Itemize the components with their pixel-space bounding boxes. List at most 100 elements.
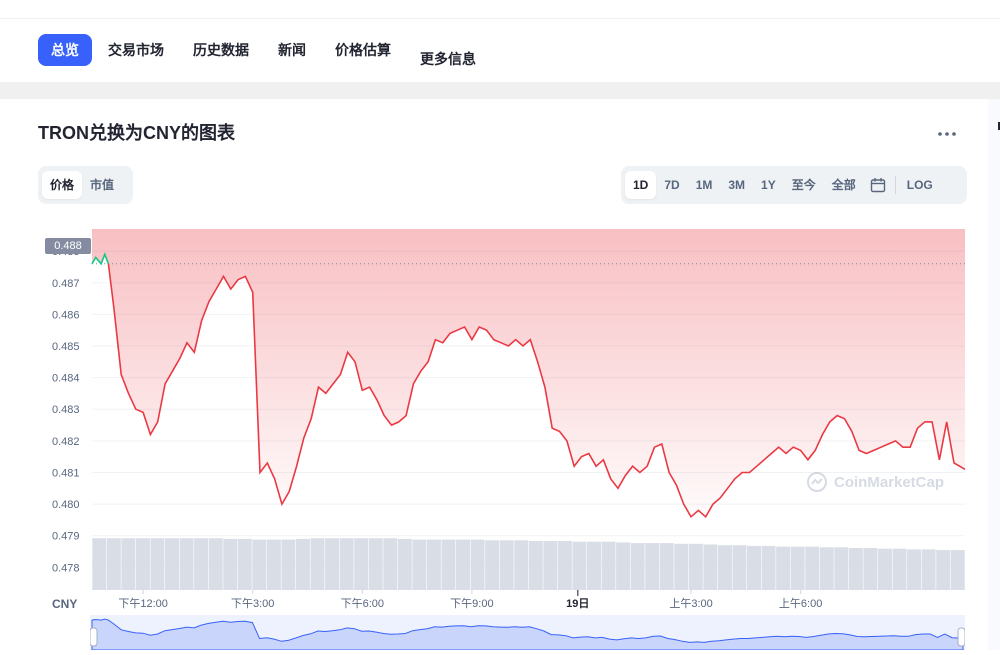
range-3m[interactable]: 3M	[720, 171, 753, 199]
x-tick-label: 下午12:00	[118, 597, 168, 610]
volume-bar	[339, 538, 354, 590]
volume-bar	[121, 538, 136, 590]
volume-bar	[776, 546, 791, 590]
currency-label: CNY	[52, 597, 78, 611]
volume-bars	[92, 538, 965, 590]
x-tick-label: 上午6:00	[779, 597, 822, 610]
volume-bar	[252, 539, 267, 590]
volume-bar	[266, 539, 281, 590]
volume-bar	[354, 538, 369, 590]
volume-bar	[223, 538, 238, 590]
navigator-line	[91, 618, 964, 651]
range-navigator[interactable]	[89, 615, 966, 651]
volume-bar	[878, 548, 892, 590]
tab-historical-data[interactable]: 历史数据	[180, 34, 262, 66]
section-separator	[0, 82, 1000, 99]
volume-bar	[368, 538, 383, 590]
volume-bar	[747, 545, 761, 590]
volume-bar	[630, 543, 645, 590]
volume-bar	[106, 538, 121, 590]
calendar-icon[interactable]	[864, 171, 892, 199]
volume-bar	[150, 538, 165, 590]
y-tick-label: 0.482	[52, 436, 80, 448]
range-1m[interactable]: 1M	[688, 171, 721, 199]
volume-bar	[208, 538, 223, 590]
volume-bar	[863, 548, 878, 590]
volume-bar	[499, 540, 514, 590]
volume-bar	[907, 549, 922, 590]
current-price-label: 0.488	[45, 238, 91, 254]
volume-bar	[135, 538, 150, 590]
volume-bar	[179, 538, 194, 590]
range-all[interactable]: 全部	[824, 171, 864, 199]
volume-bar	[296, 538, 310, 590]
chart-title: TRON兑换为CNY的图表	[38, 123, 235, 143]
volume-bar	[470, 539, 485, 590]
volume-bar	[572, 541, 587, 590]
navigator-right-handle	[957, 627, 966, 647]
volume-bar	[456, 539, 470, 590]
volume-bar	[921, 549, 936, 590]
range-ytd[interactable]: 至今	[784, 171, 824, 199]
y-tick-label: 0.486	[52, 309, 80, 321]
volume-bar	[528, 541, 543, 590]
coinmarketcap-watermark: CoinMarketCap	[806, 471, 944, 493]
volume-bar	[485, 540, 500, 590]
range-1d[interactable]: 1D	[625, 171, 657, 199]
y-tick-label: 0.480	[52, 499, 80, 511]
volume-bar	[194, 538, 209, 590]
volume-bar	[543, 541, 558, 590]
volume-bar	[557, 541, 572, 590]
volume-bar	[426, 539, 441, 590]
y-tick-label: 0.485	[52, 341, 80, 353]
volume-bar	[645, 543, 660, 590]
toggle-price[interactable]: 价格	[42, 171, 83, 199]
volume-bar	[674, 543, 689, 590]
volume-bar	[397, 538, 412, 590]
tab-price-estimate[interactable]: 价格估算	[322, 34, 404, 66]
volume-bar	[237, 538, 252, 590]
log-scale-button[interactable]: LOG	[899, 171, 941, 199]
range-7d[interactable]: 7D	[656, 171, 687, 199]
tab-markets[interactable]: 交易市场	[95, 34, 177, 66]
navigator-left-handle	[89, 627, 98, 647]
y-tick-label: 0.483	[52, 404, 80, 416]
y-tick-label: 0.484	[52, 373, 80, 385]
volume-bar	[732, 545, 747, 590]
price-chart: 0.478 0.479 0.480 0.481 0.482 0.483 0.484 0.485…	[52, 229, 966, 610]
volume-bar	[717, 545, 732, 590]
range-toggle: 1D 7D 1M 3M 1Y 至今 全部 LOG	[621, 166, 967, 204]
x-tick-label: 下午9:00	[450, 597, 493, 610]
volume-bar	[834, 547, 849, 590]
volume-bar	[441, 539, 456, 590]
volume-bar	[310, 538, 325, 590]
volume-bar	[281, 539, 296, 590]
y-tick-label: 0.478	[52, 562, 80, 574]
ellipsis-icon[interactable]	[934, 120, 960, 146]
coinmarketcap-logo-icon	[807, 472, 827, 492]
volume-bar	[761, 545, 776, 590]
y-tick-label: 0.481	[52, 467, 80, 479]
top-divider	[0, 18, 1000, 19]
volume-bar	[325, 538, 340, 590]
tab-more-info[interactable]: 更多信息	[407, 43, 489, 75]
toolbar-divider	[894, 176, 896, 194]
watermark-text: CoinMarketCap	[834, 473, 945, 491]
x-tick-label: 19日	[566, 597, 589, 610]
volume-bar	[616, 542, 631, 590]
x-tick-label: 上午3:00	[669, 597, 712, 610]
volume-bar	[848, 548, 863, 590]
toggle-market-cap[interactable]: 市值	[82, 171, 122, 199]
view-toggle: 价格 市值	[38, 166, 133, 204]
volume-bar	[892, 548, 907, 590]
volume-bar	[936, 550, 951, 590]
range-1y[interactable]: 1Y	[753, 171, 784, 199]
y-tick-label: 0.487	[52, 278, 80, 290]
x-axis: 下午12:00 下午3:00 下午6:00 下午9:00 19日 上午3:00 上午6:00	[118, 590, 822, 610]
volume-bar	[514, 540, 529, 590]
tab-overview[interactable]: 总览	[38, 34, 92, 66]
section-nav: 总览 交易市场 历史数据 新闻 价格估算 更多信息	[38, 34, 492, 68]
tab-news[interactable]: 新闻	[265, 34, 319, 66]
volume-bar	[703, 544, 718, 590]
volume-bar	[165, 538, 179, 590]
